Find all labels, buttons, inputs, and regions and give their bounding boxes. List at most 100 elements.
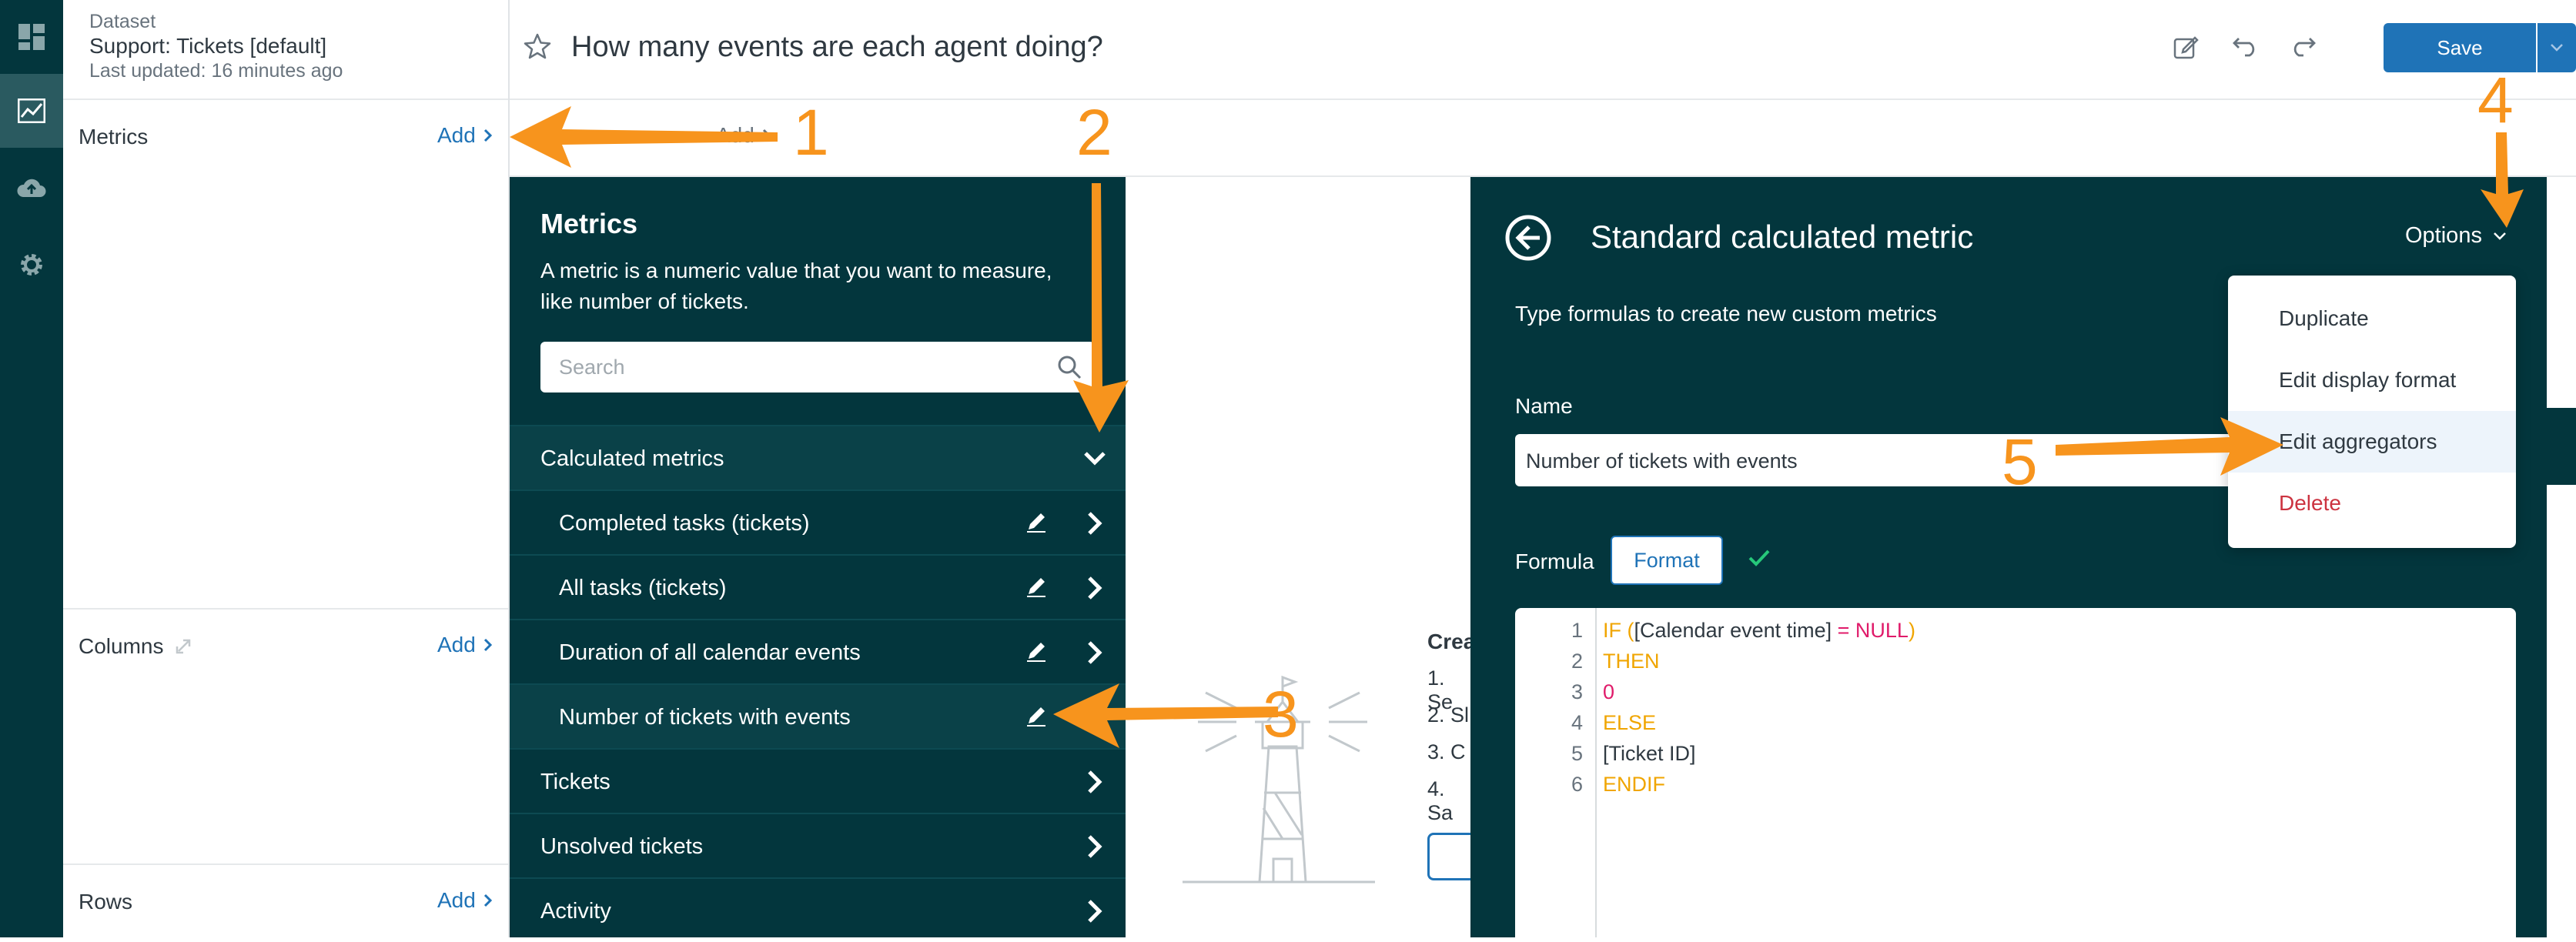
page-title[interactable]: How many events are each agent doing? <box>571 31 1103 64</box>
calc-panel-title: Standard calculated metric <box>1591 219 1974 255</box>
chevron-right-icon <box>1088 770 1102 793</box>
chevron-down-icon <box>2551 44 2563 52</box>
lighthouse-illustration <box>1183 675 1375 884</box>
chevron-right-icon <box>1088 576 1102 600</box>
options-button[interactable]: Options <box>2405 223 2507 249</box>
code-line: [Ticket ID] <box>1603 742 1696 765</box>
code-line: ELSE <box>1603 711 1657 734</box>
dashboard-icon[interactable] <box>0 0 63 74</box>
star-icon[interactable] <box>524 32 551 60</box>
dataset-name[interactable]: Support: Tickets [default] <box>89 34 326 58</box>
code-line: 0 <box>1603 680 1615 703</box>
metrics-description: like number of tickets. <box>540 289 749 313</box>
metrics-description: A metric is a numeric value that you wan… <box>540 259 1052 282</box>
pencil-icon[interactable] <box>1024 639 1049 663</box>
redo-icon[interactable] <box>2290 35 2316 57</box>
gutter-divider <box>1595 608 1597 937</box>
metric-group-label: Tickets <box>540 770 611 794</box>
menu-item-delete[interactable]: Delete <box>2228 473 2516 534</box>
annotation-number-5: 5 <box>2002 426 2038 498</box>
format-button[interactable]: Format <box>1611 536 1723 585</box>
code-token: ) <box>1908 619 1915 642</box>
line-number: 2 <box>1571 650 1583 673</box>
annotation-number-1: 1 <box>793 96 829 169</box>
line-number: 5 <box>1571 742 1583 765</box>
metric-item[interactable]: Completed tasks (tickets) <box>510 489 1126 554</box>
chart-icon[interactable] <box>0 74 63 148</box>
columns-add-label: Add <box>437 633 476 656</box>
divider <box>63 608 508 610</box>
chevron-right-icon <box>483 129 492 142</box>
divider <box>63 99 508 100</box>
chevron-right-icon <box>1088 512 1102 535</box>
save-options-button[interactable] <box>2538 23 2576 72</box>
pencil-icon[interactable] <box>1024 574 1049 599</box>
metrics-panel-title: Metrics <box>540 208 638 239</box>
code-token: IF ( <box>1603 619 1634 642</box>
empty-state: Crea 1. Se 2. Sl 3. C 4. Sa <box>1126 177 1489 937</box>
chevron-right-icon <box>1088 835 1102 858</box>
menu-item-edit-display-format[interactable]: Edit display format <box>2228 349 2516 411</box>
metric-item-selected[interactable]: Number of tickets with events <box>510 683 1126 748</box>
chevron-down-icon <box>1084 452 1106 466</box>
pencil-icon[interactable] <box>1024 703 1049 728</box>
metric-item[interactable]: All tasks (tickets) <box>510 554 1126 619</box>
chevron-right-icon <box>1088 641 1102 664</box>
code-token: NULL <box>1855 619 1909 642</box>
formula-label: Formula <box>1515 550 1594 573</box>
empty-state-title: Crea <box>1427 630 1476 653</box>
metric-item-label: All tasks (tickets) <box>559 576 727 600</box>
metric-item-label: Completed tasks (tickets) <box>559 511 810 536</box>
metric-group-activity[interactable]: Activity <box>510 877 1126 942</box>
metrics-search[interactable]: Search <box>540 342 1095 392</box>
filters-add-button[interactable]: Add <box>716 123 771 148</box>
rows-add-button[interactable]: Add <box>437 888 493 913</box>
formula-editor[interactable]: 1 IF ([Calendar event time] = NULL) 2 TH… <box>1515 608 2516 937</box>
code-line: IF ([Calendar event time] = NULL) <box>1603 619 1915 643</box>
pencil-icon[interactable] <box>1024 509 1049 534</box>
cloud-upload-icon[interactable] <box>0 151 63 225</box>
metrics-add-button[interactable]: Add <box>437 123 493 148</box>
menu-item-duplicate[interactable]: Duplicate <box>2228 288 2516 349</box>
name-input-value: Number of tickets with events <box>1526 449 1798 473</box>
metric-group-tickets[interactable]: Tickets <box>510 748 1126 813</box>
line-number: 4 <box>1571 711 1583 734</box>
code-token: = <box>1832 619 1855 642</box>
back-arrow-icon[interactable] <box>1504 214 1552 262</box>
rows-section-label: Rows <box>79 890 133 914</box>
metric-group-label: Activity <box>540 899 611 924</box>
rows-add-label: Add <box>437 888 476 912</box>
chevron-right-icon <box>1088 900 1102 923</box>
annotation-number-3: 3 <box>1263 678 1299 750</box>
edit-icon[interactable] <box>2173 34 2199 60</box>
line-number: 1 <box>1571 619 1583 642</box>
filters-add-label: Add <box>716 123 754 147</box>
code-line: THEN <box>1603 650 1660 673</box>
chevron-down-icon <box>2494 232 2506 240</box>
check-icon <box>1748 550 1770 566</box>
undo-icon[interactable] <box>2233 35 2259 57</box>
empty-step: 3. C <box>1427 740 1466 763</box>
metric-group-label: Calculated metrics <box>540 446 724 471</box>
columns-add-button[interactable]: Add <box>437 633 493 657</box>
code-line: ENDIF <box>1603 773 1665 796</box>
metrics-panel: Metrics A metric is a numeric value that… <box>510 177 1126 937</box>
gear-icon[interactable] <box>0 228 63 302</box>
name-input[interactable]: Number of tickets with events <box>1515 434 2285 486</box>
options-menu: Duplicate Edit display format Edit aggre… <box>2228 276 2516 548</box>
metric-group-unsolved[interactable]: Unsolved tickets <box>510 813 1126 877</box>
metric-item-label: Number of tickets with events <box>559 705 851 730</box>
metric-item[interactable]: Duration of all calendar events <box>510 619 1126 683</box>
annotation-number-4: 4 <box>2477 64 2514 136</box>
metric-item-label: Duration of all calendar events <box>559 640 861 665</box>
metrics-add-label: Add <box>437 123 476 147</box>
dataset-label: Dataset <box>89 11 156 32</box>
chevron-right-icon <box>762 129 771 142</box>
panel-edge <box>2547 408 2576 485</box>
empty-step: 4. Sa <box>1427 777 1454 824</box>
line-number: 3 <box>1571 680 1583 703</box>
name-label: Name <box>1515 394 1573 418</box>
menu-item-edit-aggregators[interactable]: Edit aggregators <box>2228 411 2516 473</box>
swap-icon[interactable] <box>174 636 196 657</box>
metric-group-calculated[interactable]: Calculated metrics <box>510 425 1126 489</box>
